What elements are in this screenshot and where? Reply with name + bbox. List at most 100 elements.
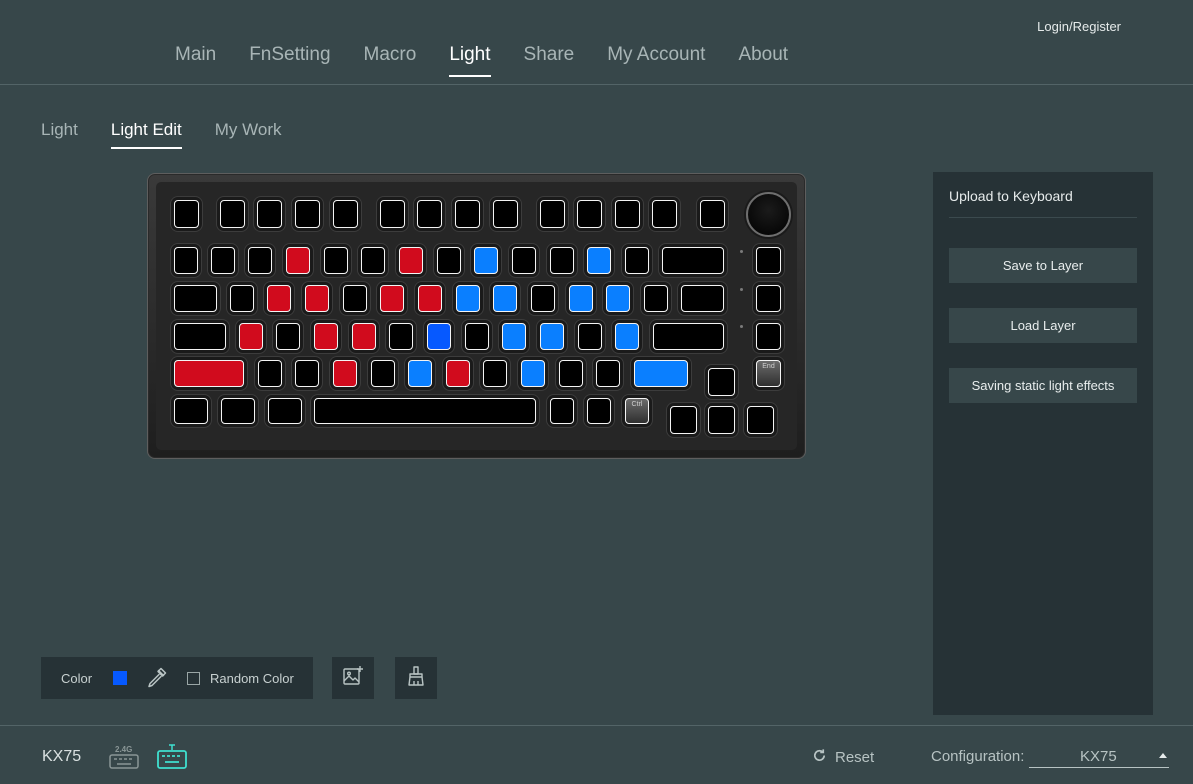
keycap[interactable] [389,323,413,350]
keycap[interactable] [399,247,423,274]
keycap[interactable] [305,285,329,312]
keycap[interactable] [314,398,536,424]
keycap[interactable] [174,323,226,350]
keycap[interactable] [380,200,405,228]
keycap[interactable] [540,323,564,350]
keycap[interactable] [550,247,574,274]
keycap[interactable] [174,360,244,387]
image-import-button[interactable] [332,657,374,699]
keycap[interactable] [578,323,602,350]
keycap[interactable] [361,247,385,274]
keycap[interactable] [531,285,555,312]
keycap[interactable] [634,360,688,387]
nav-about[interactable]: About [738,44,788,76]
keycap[interactable] [211,247,235,274]
load-layer-button[interactable]: Load Layer [949,308,1137,343]
keycap[interactable] [248,247,272,274]
nav-main[interactable]: Main [175,44,216,76]
keycap[interactable] [559,360,583,387]
keycap[interactable] [174,247,198,274]
save-static-light-effects-button[interactable]: Saving static light effects [949,368,1137,403]
volume-knob[interactable] [746,192,791,237]
keycap[interactable] [230,285,254,312]
tab-my-work[interactable]: My Work [215,120,282,148]
keycap[interactable] [493,200,518,228]
keycap[interactable] [577,200,602,228]
keycap[interactable] [502,323,526,350]
keycap[interactable] [474,247,498,274]
keycap[interactable] [380,285,404,312]
color-swatch[interactable] [113,671,127,685]
keycap[interactable] [512,247,536,274]
keycap[interactable] [314,323,338,350]
keycap[interactable] [239,323,263,350]
keycap[interactable] [670,406,697,434]
keycap[interactable] [174,398,208,424]
keycap[interactable] [747,406,774,434]
keycap[interactable] [700,200,725,228]
clear-brush-button[interactable] [395,657,437,699]
nav-my-account[interactable]: My Account [607,44,705,76]
keycap[interactable] [521,360,545,387]
keycap[interactable] [456,285,480,312]
keycap[interactable] [550,398,574,424]
keycap[interactable] [465,323,489,350]
keycap[interactable] [652,200,677,228]
keycap[interactable] [455,200,480,228]
nav-fnsetting[interactable]: FnSetting [249,44,330,76]
ctrl-key[interactable]: Ctrl [625,398,649,424]
nav-macro[interactable]: Macro [364,44,417,76]
keycap[interactable] [352,323,376,350]
keycap[interactable] [174,200,199,228]
keycap[interactable] [286,247,310,274]
keycap[interactable] [540,200,565,228]
keycap[interactable] [258,360,282,387]
keycap[interactable] [221,398,255,424]
keycap[interactable] [625,247,649,274]
save-to-layer-button[interactable]: Save to Layer [949,248,1137,283]
keycap[interactable] [483,360,507,387]
random-color-checkbox[interactable] [187,672,200,685]
keycap[interactable] [276,323,300,350]
reset-button[interactable]: Reset [812,748,874,767]
keycap[interactable] [174,285,217,312]
random-color-label[interactable]: Random Color [210,671,294,686]
keycap[interactable] [295,360,319,387]
keycap[interactable] [333,200,358,228]
nav-light[interactable]: Light [449,44,491,77]
tab-light[interactable]: Light [41,120,78,148]
configuration-select[interactable]: KX75 [1029,746,1169,768]
keycap[interactable] [295,200,320,228]
keycap[interactable] [268,398,302,424]
keycap[interactable] [681,285,724,312]
keycap[interactable] [417,200,442,228]
keycap[interactable] [596,360,620,387]
keycap[interactable] [756,323,781,350]
keycap[interactable] [644,285,668,312]
keycap[interactable] [427,323,451,350]
keycap[interactable] [662,247,724,274]
keycap[interactable] [587,247,611,274]
keycap[interactable] [756,285,781,312]
keycap[interactable] [569,285,593,312]
nav-share[interactable]: Share [524,44,575,76]
keycap[interactable] [493,285,517,312]
keycap[interactable] [756,247,781,274]
keycap[interactable] [615,200,640,228]
end-key[interactable]: End [756,360,781,387]
keycap[interactable] [606,285,630,312]
keycap[interactable] [267,285,291,312]
keycap[interactable] [418,285,442,312]
keycap[interactable] [343,285,367,312]
keycap[interactable] [615,323,639,350]
keycap[interactable] [408,360,432,387]
eyedropper-icon[interactable] [144,666,168,690]
keycap[interactable] [587,398,611,424]
tab-light-edit[interactable]: Light Edit [110,120,182,149]
keycap[interactable] [446,360,470,387]
keycap[interactable] [257,200,282,228]
keycap[interactable] [220,200,245,228]
keycap[interactable] [708,406,735,434]
keycap[interactable] [324,247,348,274]
keycap[interactable] [333,360,357,387]
